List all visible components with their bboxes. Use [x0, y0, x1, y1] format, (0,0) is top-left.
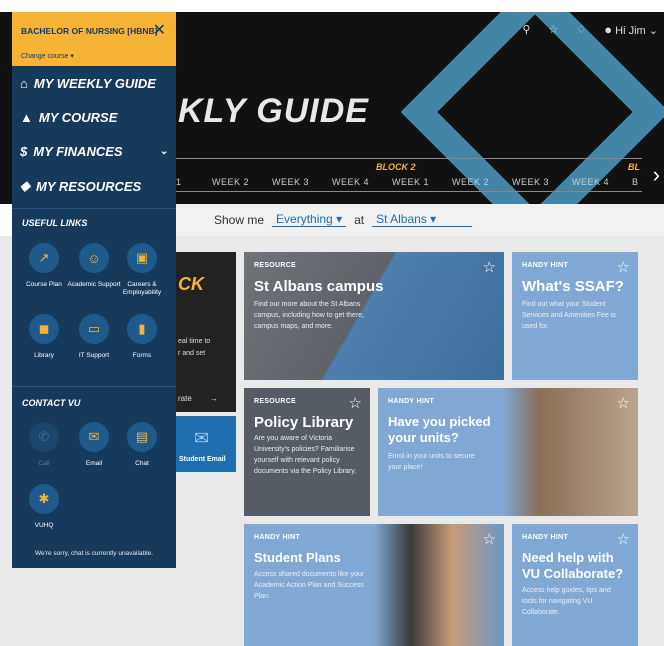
hero-title: KLY GUIDE	[178, 92, 369, 130]
filter-bar: Show me Everything ▾ at St Albans ▾	[176, 204, 664, 236]
nav-my-finances[interactable]: $ MY FINANCES ⌄	[20, 144, 168, 159]
chart-line-icon[interactable]: ↗	[29, 243, 59, 273]
star-icon[interactable]: ☆	[617, 258, 630, 276]
block-label: BLOCK 2	[376, 162, 416, 172]
filter-type-select[interactable]: Everything ▾	[272, 212, 347, 227]
card-picked-units[interactable]: HANDY HINT ☆ Have you picked your units?…	[378, 388, 638, 516]
contact-call: Call	[38, 460, 50, 467]
arrow-right-icon: →	[210, 394, 219, 403]
week-item[interactable]: B	[632, 177, 639, 187]
chevron-right-icon[interactable]: ›	[653, 162, 660, 188]
sidebar-menu: BACHELOR OF NURSING [HBNB] ✕ Change cour…	[12, 12, 176, 568]
week-item[interactable]: WEEK 2	[212, 177, 249, 187]
link-forms[interactable]: Forms	[114, 352, 170, 360]
link-library[interactable]: Library	[16, 352, 72, 360]
star-icon[interactable]: ☆	[483, 530, 496, 548]
group-icon[interactable]: ☺	[79, 243, 109, 273]
phone-icon: ✆	[29, 422, 59, 452]
laptop-icon[interactable]: ▭	[79, 314, 109, 344]
close-icon[interactable]: ✕	[153, 20, 166, 40]
week-item[interactable]: WEEK 4	[572, 177, 609, 187]
search-icon[interactable]: ⚲	[522, 23, 530, 36]
week-item[interactable]: WEEK 3	[272, 177, 309, 187]
card-vu-collaborate[interactable]: HANDY HINT ☆ Need help with VU Collabora…	[512, 524, 638, 646]
week-item[interactable]: WEEK 2	[452, 177, 489, 187]
star-icon[interactable]: ☆	[617, 394, 630, 412]
change-course-dropdown[interactable]: Change course ▾	[21, 52, 74, 60]
mail-icon[interactable]: ✉	[79, 422, 109, 452]
weekly-card[interactable]: CK eal time to r and set rate →	[176, 252, 236, 412]
course-title: BACHELOR OF NURSING [HBNB]	[21, 26, 158, 36]
chat-status: We're sorry, chat is currently unavailab…	[34, 550, 154, 557]
contact-vuhq[interactable]: VUHQ	[16, 522, 72, 530]
star-icon[interactable]: ☆	[349, 394, 362, 412]
rate-link[interactable]: rate →	[178, 394, 218, 403]
contact-heading: CONTACT VU	[22, 398, 81, 408]
chat-icon[interactable]: ▤	[127, 422, 157, 452]
nav-my-course[interactable]: ▲ MY COURSE	[20, 110, 117, 125]
graduation-cap-icon: ▲	[20, 110, 33, 125]
star-icon[interactable]: ☆	[617, 530, 630, 548]
course-header: BACHELOR OF NURSING [HBNB] ✕ Change cour…	[12, 12, 176, 66]
student-email-tile[interactable]: ✉ Student Email	[176, 416, 236, 472]
card-policy-library[interactable]: RESOURCE ☆ Policy Library Are you aware …	[244, 388, 370, 516]
document-icon[interactable]: ▮	[127, 314, 157, 344]
user-menu[interactable]: ● Hi Jim ⌄	[604, 22, 658, 37]
link-course-plan[interactable]: Course Plan	[16, 281, 72, 289]
card-student-plans[interactable]: HANDY HINT ☆ Student Plans Access shared…	[244, 524, 504, 646]
chevron-down-icon: ⌄	[648, 25, 658, 37]
week-timeline: BLOCK 2 BL 1 WEEK 2 WEEK 3 WEEK 4 WEEK 1…	[176, 158, 642, 192]
walking-person-icon[interactable]: ✱	[29, 484, 59, 514]
dollar-icon: $	[20, 144, 28, 159]
filter-campus-select[interactable]: St Albans ▾	[372, 212, 473, 227]
link-careers[interactable]: Careers & Employability	[114, 281, 170, 297]
nav-my-resources[interactable]: ◆ MY RESOURCES	[20, 178, 141, 194]
home-icon: ⌂	[20, 76, 28, 91]
week-item[interactable]: WEEK 3	[512, 177, 549, 187]
week-item[interactable]: 1	[176, 177, 182, 187]
star-icon[interactable]: ☆	[548, 23, 558, 36]
book-icon[interactable]: ◼	[29, 314, 59, 344]
user-icon: ●	[604, 22, 613, 37]
card-st-albans[interactable]: RESOURCE ☆ St Albans campus Find our mor…	[244, 252, 504, 380]
contact-chat[interactable]: Chat	[114, 460, 170, 468]
briefcase-icon[interactable]: ▣	[127, 243, 157, 273]
block-label: BL	[628, 162, 640, 172]
resources-icon: ◆	[20, 178, 30, 193]
chevron-down-icon: ⌄	[159, 146, 168, 157]
nav-weekly-guide[interactable]: ⌂ MY WEEKLY GUIDE	[20, 76, 156, 91]
top-bar: ⚲ ☆ ♢ ● Hi Jim ⌄	[522, 22, 658, 37]
mail-icon: ✉	[194, 428, 210, 448]
star-icon[interactable]: ☆	[483, 258, 496, 276]
week-item[interactable]: WEEK 1	[392, 177, 429, 187]
card-ssaf[interactable]: HANDY HINT ☆ What's SSAF? Find out what …	[512, 252, 638, 380]
week-item[interactable]: WEEK 4	[332, 177, 369, 187]
useful-links-heading: USEFUL LINKS	[22, 218, 88, 228]
bell-icon[interactable]: ♢	[576, 23, 586, 36]
